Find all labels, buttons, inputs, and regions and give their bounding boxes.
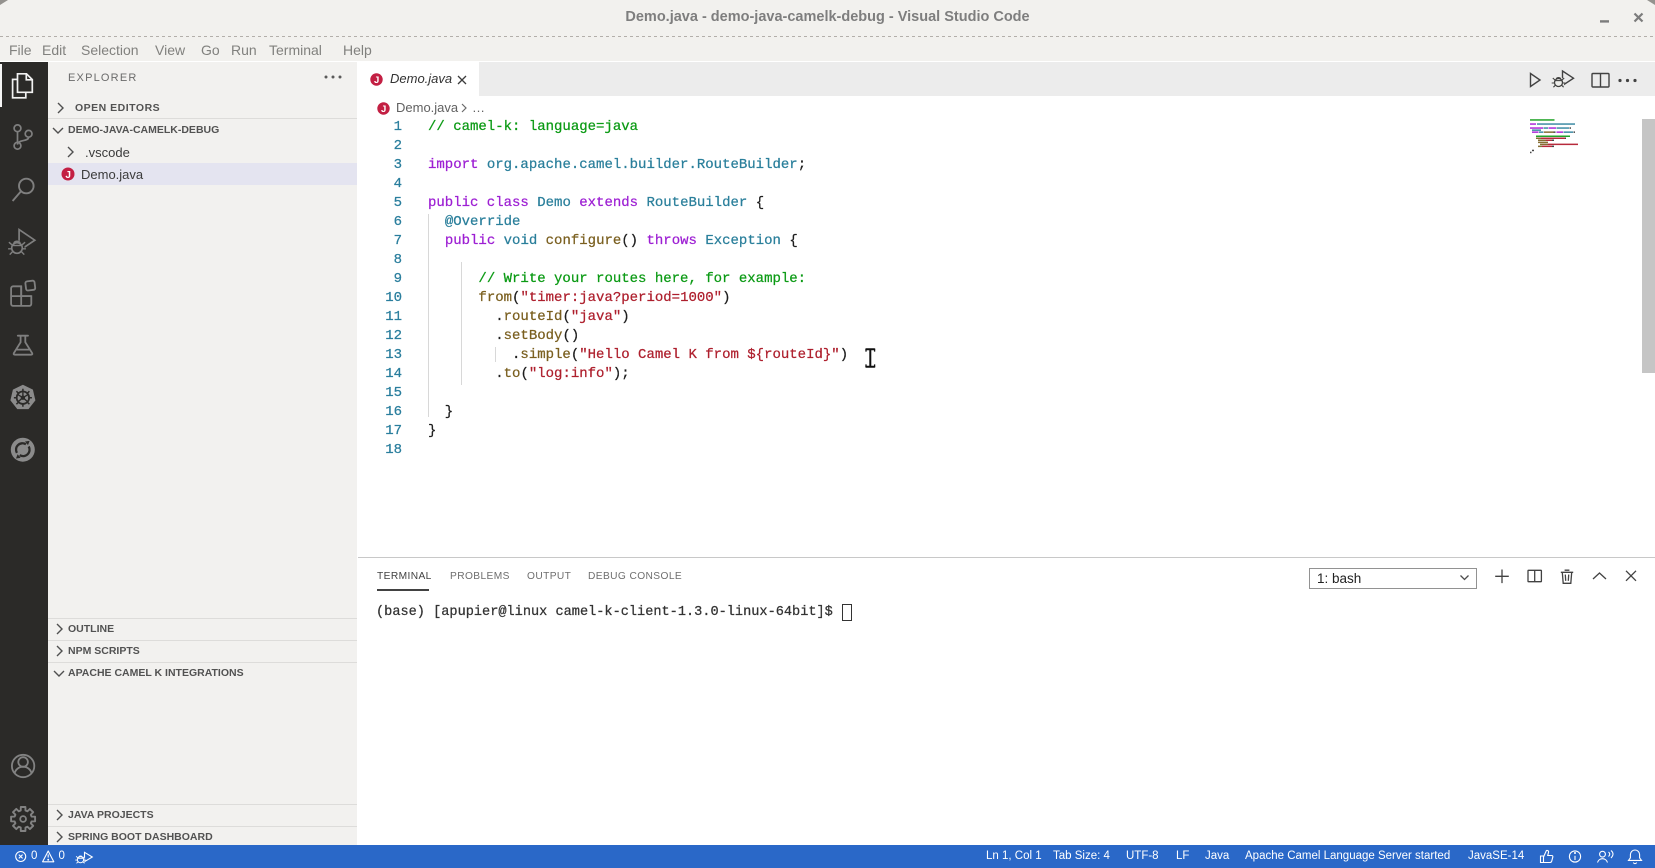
svg-text:J: J [381, 104, 386, 115]
svg-text:J: J [374, 75, 379, 86]
svg-text:J: J [65, 170, 71, 181]
